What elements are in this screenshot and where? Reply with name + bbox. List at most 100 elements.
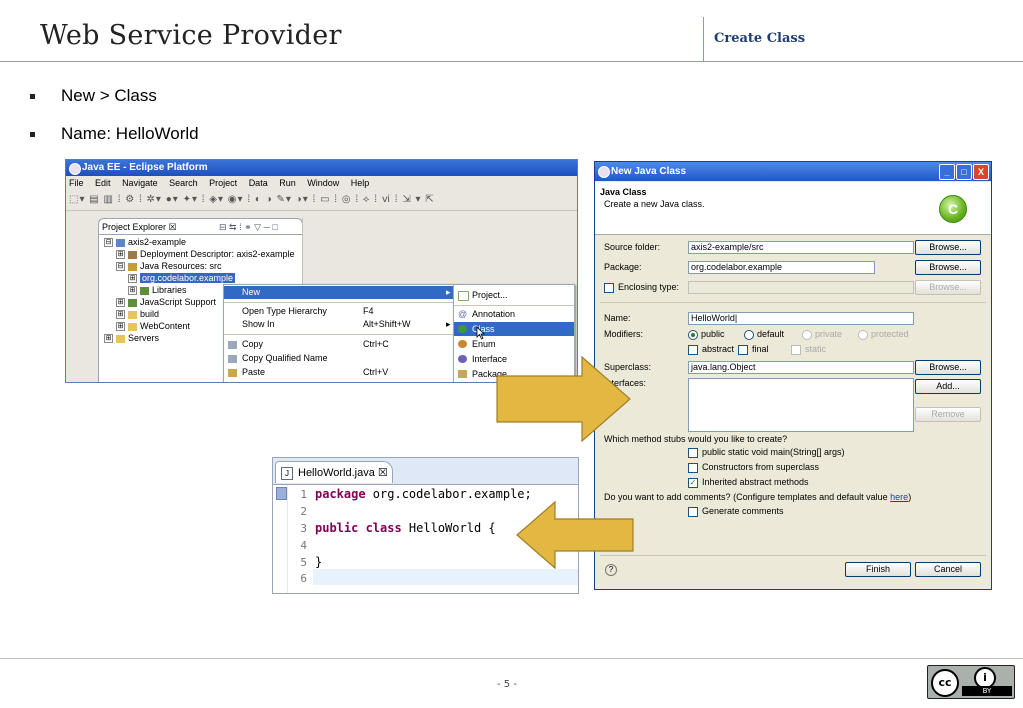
bullet-text: Name: HelloWorld <box>61 124 199 143</box>
modifiers-label: Modifiers: <box>604 329 644 339</box>
tree-item-webcontent[interactable]: ⊞ WebContent <box>116 320 190 332</box>
tree-toggle-icon[interactable]: ⊞ <box>104 334 113 344</box>
checkbox-checked-icon: ✓ <box>688 477 698 488</box>
checkbox-icon <box>688 506 698 517</box>
checkbox-icon <box>604 282 614 293</box>
context-menu-paste[interactable]: Paste Ctrl+V <box>224 366 455 379</box>
bullet-text: New > Class <box>61 86 157 105</box>
modifier-abstract-checkbox[interactable]: abstract <box>688 344 734 355</box>
interfaces-list[interactable] <box>688 378 914 432</box>
finish-button[interactable]: Finish <box>845 562 911 577</box>
context-menu-open-type-hierarchy[interactable]: Open Type Hierarchy F4 <box>224 305 455 318</box>
context-menu-copy-qualified-name[interactable]: Copy Qualified Name <box>224 352 455 365</box>
menu-run[interactable]: Run <box>279 178 296 188</box>
add-interface-button[interactable]: Add... <box>915 379 981 394</box>
tree-toggle-icon[interactable]: ⊞ <box>128 274 137 284</box>
tree-toggle-icon[interactable]: ⊞ <box>116 310 125 320</box>
cc-license-badge: cc i BY <box>927 665 1015 699</box>
submenu-enum[interactable]: Enum <box>454 337 574 351</box>
stub-inherited-checkbox[interactable]: ✓ Inherited abstract methods <box>688 477 809 488</box>
menu-navigate[interactable]: Navigate <box>122 178 158 188</box>
eclipse-toolbar[interactable]: ⬚▾ ▤ ▥ ⁞ ⚙ ⁞ ✲▾ ●▾ ✦▾ ⁞ ◈▾ ◉▾ ⁞ ◐ ◑ ✎▾ ◑… <box>66 190 577 211</box>
tree-item-project[interactable]: ⊟ axis2-example <box>104 236 186 248</box>
tree-item-servers[interactable]: ⊞ Servers <box>104 332 159 344</box>
class-icon <box>458 325 467 333</box>
modifier-final-checkbox[interactable]: final <box>738 344 769 355</box>
menu-project[interactable]: Project <box>209 178 237 188</box>
page-number: - 5 - <box>497 679 517 690</box>
tree-toggle-icon[interactable]: ⊞ <box>116 250 125 260</box>
tree-toggle-icon[interactable]: ⊟ <box>104 238 113 248</box>
generate-comments-checkbox[interactable]: Generate comments <box>688 506 784 517</box>
line-number: 1 <box>300 488 307 501</box>
code-line[interactable]: package org.codelabor.example; <box>315 487 532 501</box>
menu-search[interactable]: Search <box>169 178 198 188</box>
class-name-field[interactable]: HelloWorld| <box>688 312 914 325</box>
tree-toggle-icon[interactable]: ⊟ <box>116 262 125 272</box>
code-line[interactable]: } <box>315 555 322 569</box>
menu-data[interactable]: Data <box>249 178 268 188</box>
dialog-title: New Java Class <box>611 166 687 177</box>
source-folder-label: Source folder: <box>604 242 661 252</box>
code-line[interactable]: public class HelloWorld { <box>315 521 496 535</box>
context-menu-new[interactable]: New ▸ <box>224 286 455 299</box>
eclipse-title-bar: Java EE - Eclipse Platform <box>66 160 577 176</box>
view-toolbar-icons[interactable]: ⊟ ⇆ ⁞ ⚭ ▽ ─ □ <box>219 219 278 235</box>
templates-link[interactable]: here <box>890 492 908 502</box>
menu-edit[interactable]: Edit <box>95 178 111 188</box>
libraries-icon <box>128 298 137 307</box>
maximize-button[interactable]: □ <box>956 164 972 180</box>
superclass-field[interactable]: java.lang.Object <box>688 361 914 374</box>
source-folder-field[interactable]: axis2-example/src <box>688 241 914 254</box>
tree-item-libraries[interactable]: ⊞ Libraries <box>128 284 187 296</box>
eclipse-window: Java EE - Eclipse Platform File Edit Nav… <box>65 159 578 383</box>
line-number: 5 <box>300 556 307 569</box>
submenu-class[interactable]: Class <box>454 322 574 340</box>
new-java-class-dialog: New Java Class _ □ X Java Class Create a… <box>594 161 992 590</box>
stub-constructors-checkbox[interactable]: Constructors from superclass <box>688 462 819 473</box>
modifier-protected-radio: protected <box>858 329 909 340</box>
cancel-button[interactable]: Cancel <box>915 562 981 577</box>
tree-toggle-icon[interactable]: ⊞ <box>116 322 125 332</box>
modifier-default-radio[interactable]: default <box>744 329 784 340</box>
tree-item-build[interactable]: ⊞ build <box>116 308 159 320</box>
context-menu-show-in[interactable]: Show In Alt+Shift+W ▸ <box>224 318 455 331</box>
tree-item-java-resources[interactable]: ⊟ Java Resources: src <box>116 260 222 272</box>
menu-window[interactable]: Window <box>307 178 339 188</box>
header-divider <box>703 17 704 61</box>
context-menu-copy[interactable]: Copy Ctrl+C <box>224 338 455 351</box>
checkbox-icon <box>738 344 748 355</box>
package-field[interactable]: org.codelabor.example <box>688 261 875 274</box>
tree-item-package[interactable]: ⊞ org.codelabor.example <box>128 272 236 284</box>
menu-help[interactable]: Help <box>351 178 370 188</box>
right-arrow-icon <box>496 356 631 442</box>
context-menu: New ▸ Open Type Hierarchy F4 Show In Alt… <box>223 284 456 382</box>
editor-tab-helloworld[interactable]: J HelloWorld.java ☒ <box>275 461 393 483</box>
menu-file[interactable]: File <box>69 178 84 188</box>
project-explorer-label: Project Explorer ☒ <box>102 222 177 232</box>
dialog-header: Java Class Create a new Java class. <box>595 182 991 235</box>
tree-item-javascript-support[interactable]: ⊞ JavaScript Support <box>116 296 216 308</box>
minimize-button[interactable]: _ <box>939 164 955 180</box>
tree-item-deployment-descriptor[interactable]: ⊞ Deployment Descriptor: axis2-example <box>116 248 295 260</box>
close-button[interactable]: X <box>973 164 989 180</box>
tree-toggle-icon[interactable]: ⊞ <box>128 286 137 296</box>
comments-question: Do you want to add comments? (Configure … <box>604 492 912 502</box>
modifier-public-radio[interactable]: public <box>688 329 725 340</box>
project-icon <box>116 238 125 247</box>
tree-toggle-icon[interactable]: ⊞ <box>116 298 125 308</box>
package-browse-button[interactable]: Browse... <box>915 260 981 275</box>
line-number: 6 <box>300 572 307 585</box>
paste-icon <box>228 369 237 377</box>
project-explorer-tab[interactable]: Project Explorer ☒ ⊟ ⇆ ⁞ ⚭ ▽ ─ □ <box>98 218 303 235</box>
source-folder-browse-button[interactable]: Browse... <box>915 240 981 255</box>
modifier-private-radio: private <box>802 329 842 340</box>
stub-main-checkbox[interactable]: public static void main(String[] args) <box>688 447 845 458</box>
enclosing-type-checkbox[interactable]: Enclosing type: <box>604 282 679 293</box>
submenu-arrow-icon: ▸ <box>446 319 451 329</box>
submenu-project[interactable]: Project... <box>454 288 574 302</box>
line-number: 2 <box>300 505 307 518</box>
submenu-annotation[interactable]: @ Annotation <box>454 307 574 321</box>
superclass-browse-button[interactable]: Browse... <box>915 360 981 375</box>
radio-icon <box>744 329 754 340</box>
